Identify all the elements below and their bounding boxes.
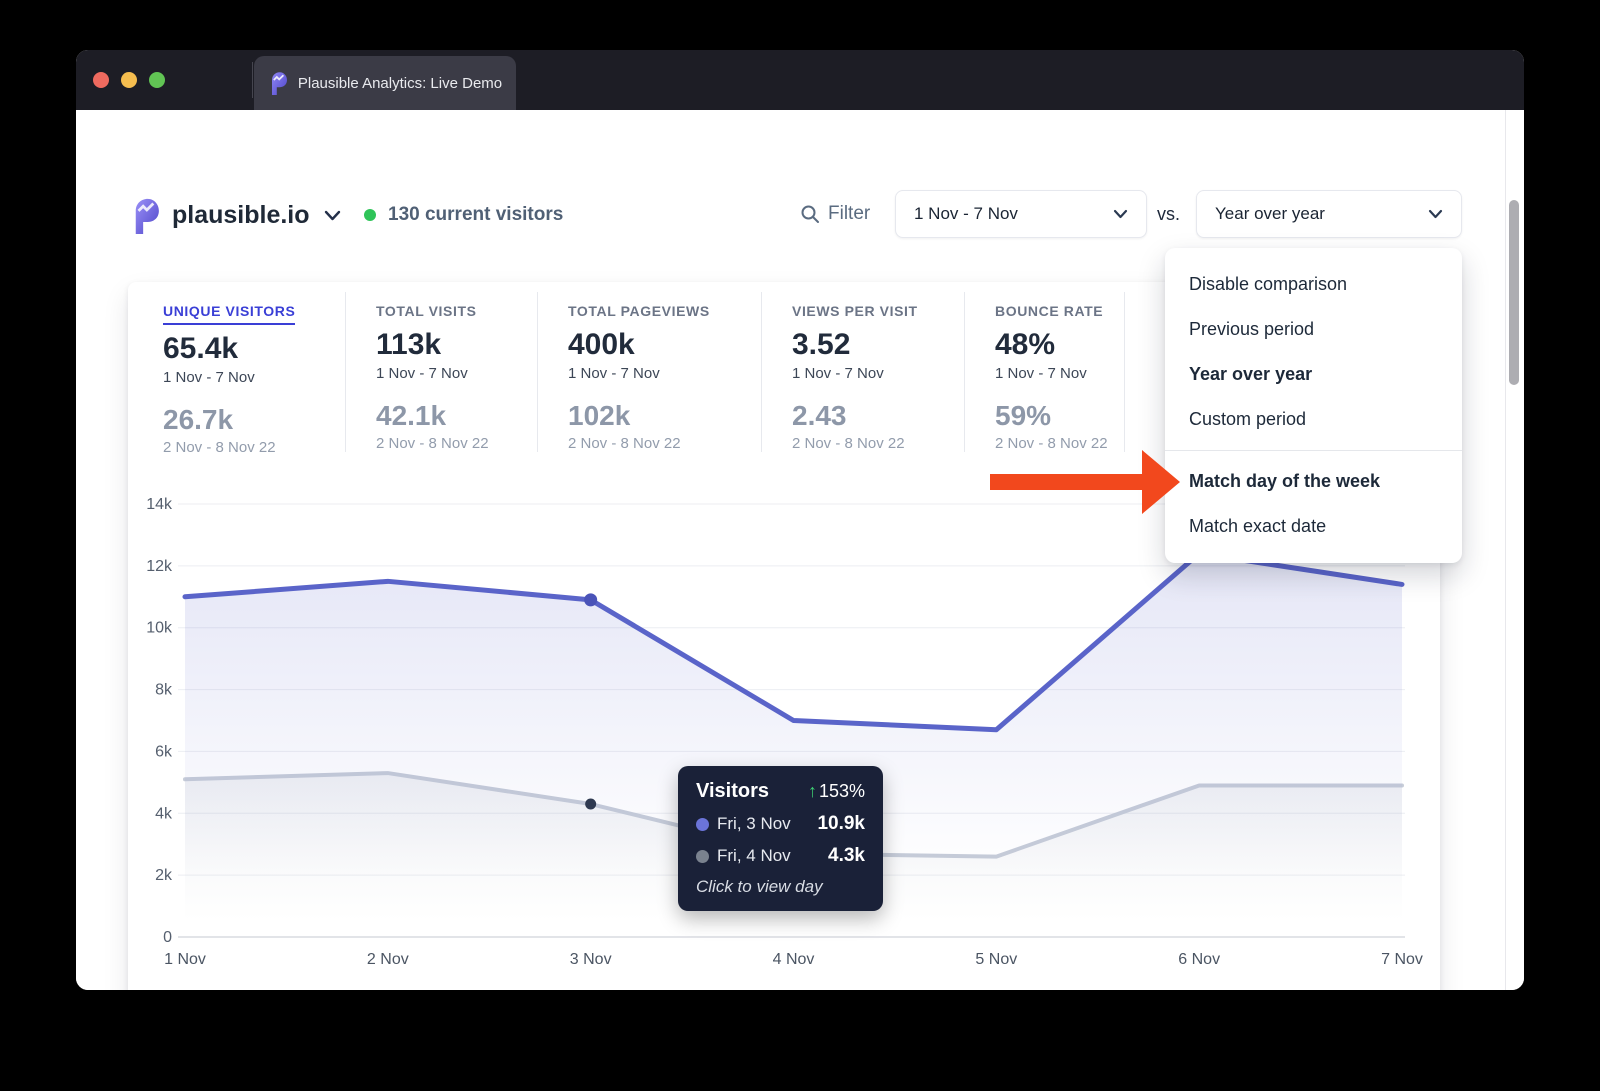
- menu-item-disable-comparison[interactable]: Disable comparison: [1165, 262, 1462, 307]
- tooltip-row-value: 4.3k: [828, 845, 865, 867]
- site-switcher[interactable]: plausible.io: [130, 190, 341, 240]
- date-range-value: 1 Nov - 7 Nov: [914, 204, 1018, 224]
- filter-label: Filter: [828, 203, 870, 225]
- svg-text:6 Nov: 6 Nov: [1178, 951, 1220, 968]
- svg-text:0: 0: [163, 929, 172, 946]
- svg-text:2 Nov: 2 Nov: [367, 951, 409, 968]
- tooltip-row: Fri, 3 Nov 10.9k: [696, 813, 865, 835]
- svg-text:2k: 2k: [155, 867, 173, 884]
- svg-text:3 Nov: 3 Nov: [570, 951, 612, 968]
- browser-tab[interactable]: Plausible Analytics: Live Demo: [254, 56, 516, 110]
- tab-title: Plausible Analytics: Live Demo: [298, 75, 502, 92]
- tooltip-row-value: 10.9k: [817, 813, 865, 835]
- tooltip-footer: Click to view day: [696, 877, 865, 897]
- menu-item-match-day-of-the-week[interactable]: Match day of the week: [1165, 459, 1462, 504]
- filter-button[interactable]: Filter: [800, 190, 870, 238]
- tooltip-row: Fri, 4 Nov 4.3k: [696, 845, 865, 867]
- zoom-button[interactable]: [149, 72, 165, 88]
- arrow-up-icon: ↑: [808, 781, 817, 801]
- tooltip-title: Visitors: [696, 780, 769, 803]
- current-visitors-label: 130 current visitors: [388, 204, 563, 226]
- chart-tooltip: Visitors ↑153% Fri, 3 Nov 10.9k Fri, 4 Nov…: [678, 766, 883, 911]
- svg-text:4k: 4k: [155, 805, 173, 822]
- series-dot-icon: [696, 818, 709, 831]
- svg-text:10k: 10k: [146, 620, 173, 637]
- chevron-down-icon: [1113, 209, 1128, 219]
- plausible-logo-icon: [130, 197, 160, 234]
- svg-text:8k: 8k: [155, 682, 173, 699]
- browser-window: Plausible Analytics: Live Demo plausible…: [76, 50, 1524, 990]
- close-button[interactable]: [93, 72, 109, 88]
- menu-item-previous-period[interactable]: Previous period: [1165, 307, 1462, 352]
- svg-text:12k: 12k: [146, 558, 173, 575]
- scrollbar-track-divider: [1505, 110, 1506, 990]
- site-name: plausible.io: [172, 201, 310, 230]
- search-icon: [800, 204, 820, 224]
- svg-text:7 Nov: 7 Nov: [1381, 951, 1423, 968]
- tooltip-row-label: Fri, 3 Nov: [717, 814, 791, 834]
- comparison-picker[interactable]: Year over year: [1196, 190, 1462, 238]
- live-dot-icon: [364, 209, 376, 221]
- tab-separator: [252, 62, 253, 98]
- menu-item-custom-period[interactable]: Custom period: [1165, 397, 1462, 442]
- svg-text:1 Nov: 1 Nov: [164, 951, 206, 968]
- svg-text:6k: 6k: [155, 743, 173, 760]
- svg-text:4 Nov: 4 Nov: [773, 951, 815, 968]
- chevron-down-icon: [324, 208, 341, 226]
- tooltip-row-label: Fri, 4 Nov: [717, 846, 791, 866]
- minimize-button[interactable]: [121, 72, 137, 88]
- tooltip-change: ↑153%: [808, 781, 865, 802]
- menu-item-match-exact-date[interactable]: Match exact date: [1165, 504, 1462, 549]
- comparison-value: Year over year: [1215, 204, 1325, 224]
- svg-text:14k: 14k: [146, 496, 173, 513]
- comparison-menu: Disable comparisonPrevious periodYear ov…: [1165, 248, 1462, 563]
- date-range-picker[interactable]: 1 Nov - 7 Nov: [895, 190, 1147, 238]
- window-controls: [93, 72, 165, 88]
- titlebar: Plausible Analytics: Live Demo: [76, 50, 1524, 110]
- current-visitors[interactable]: 130 current visitors: [364, 190, 563, 240]
- chevron-down-icon: [1428, 209, 1443, 219]
- svg-text:5 Nov: 5 Nov: [975, 951, 1017, 968]
- plausible-favicon-icon: [268, 71, 288, 95]
- scrollbar-thumb[interactable]: [1509, 200, 1519, 385]
- vs-label: vs.: [1157, 190, 1180, 238]
- menu-item-year-over-year[interactable]: Year over year: [1165, 352, 1462, 397]
- menu-divider: [1165, 450, 1462, 451]
- dashboard: plausible.io 130 current visitors Filter…: [76, 110, 1524, 990]
- series-dot-icon: [696, 850, 709, 863]
